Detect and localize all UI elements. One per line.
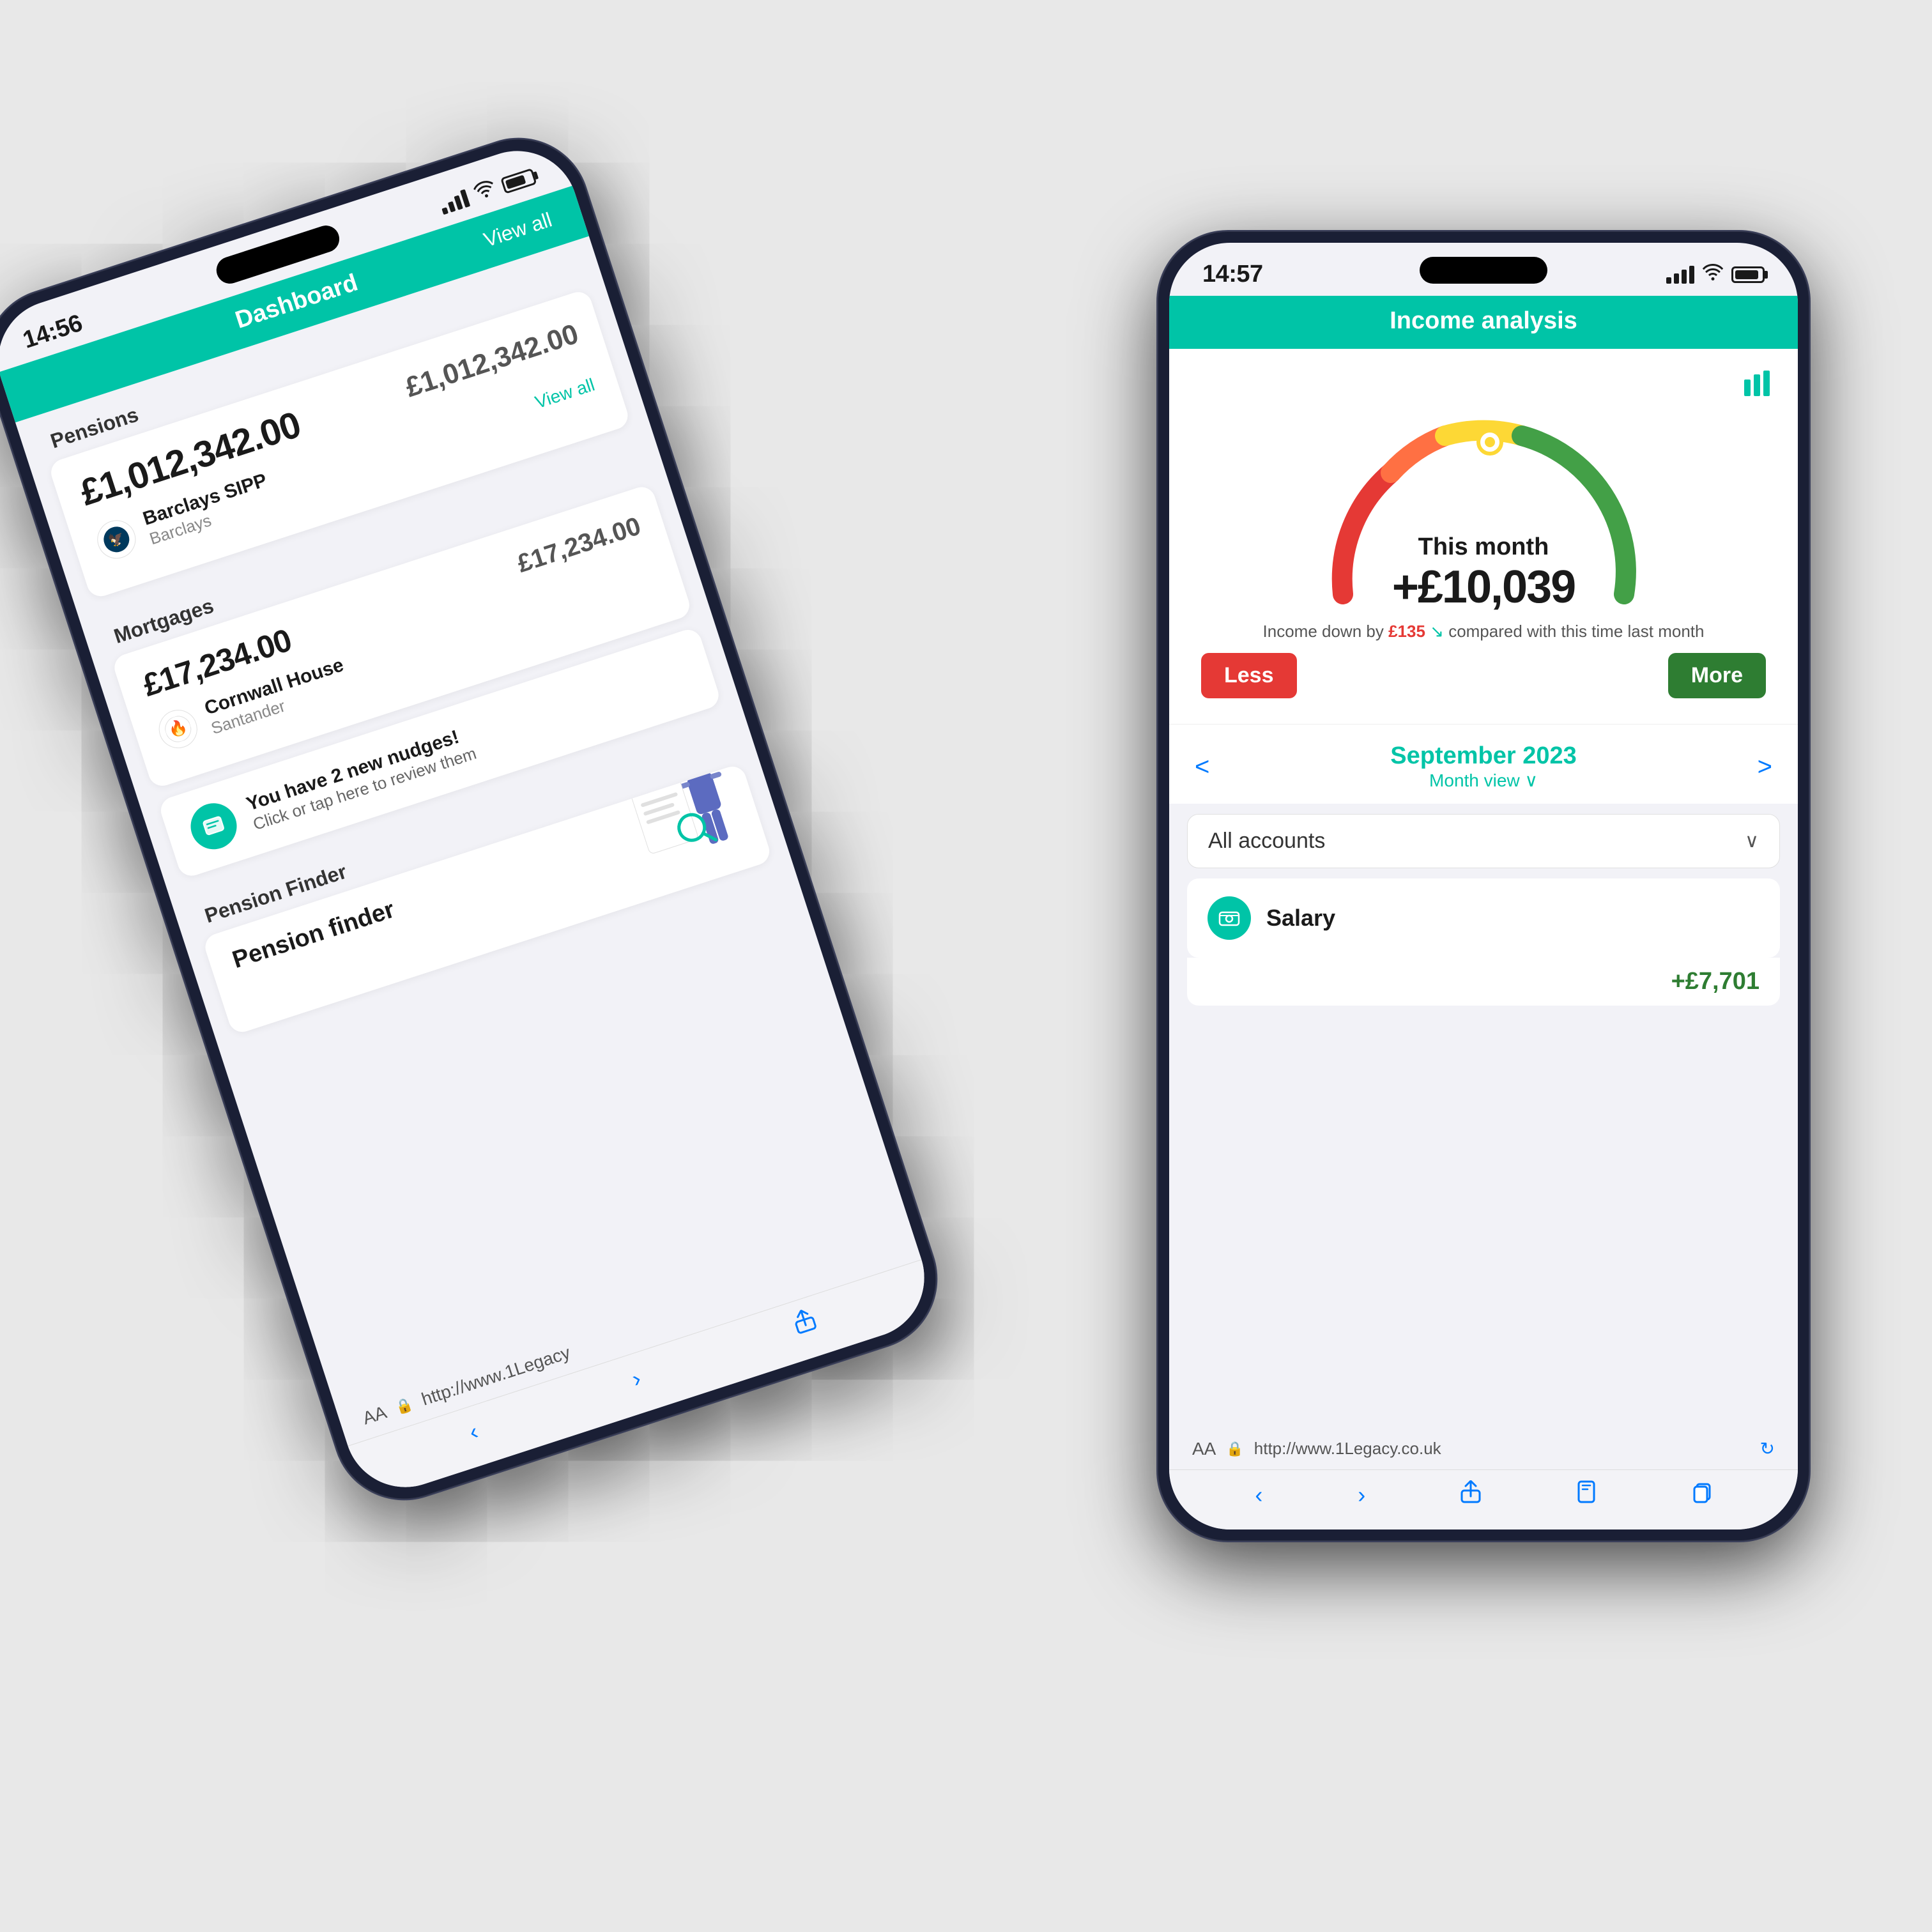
bookmarks-button[interactable] [1576,1480,1597,1509]
salary-amount: +£7,701 [1671,968,1759,995]
date-nav-view[interactable]: Month view ∨ [1390,770,1577,791]
status-icons-2 [1666,263,1765,286]
signal-icon-1 [438,189,470,215]
phone-shell-1: 14:56 [0,121,954,1517]
refresh-button[interactable]: ↻ [1760,1438,1775,1459]
back-button-1[interactable]: ‹ [466,1418,481,1446]
barclays-logo: 🦅 [92,515,141,564]
share-button-2[interactable] [1460,1480,1481,1509]
view-all-header-button[interactable]: View all [481,208,555,252]
bar-chart-icon[interactable] [1742,368,1772,402]
browser-bar-2: AA 🔒 http://www.1Legacy.co.uk ↻ [1169,1428,1798,1469]
gauge-month-label: This month [1392,533,1575,561]
status-time-2: 14:57 [1202,261,1263,288]
gauge-amount: +£10,039 [1392,561,1575,613]
share-button-1[interactable] [791,1307,819,1340]
scene: 14:56 [72,72,1860,1860]
phone-shell-2: 14:57 [1158,231,1809,1541]
next-month-button[interactable]: > [1758,753,1772,781]
header-bar-2: Income analysis [1169,296,1798,349]
account-selector[interactable]: All accounts ∨ [1187,814,1780,868]
nudge-icon [185,797,243,855]
battery-icon-2 [1731,266,1765,283]
comparison-amount: £135 [1388,622,1425,641]
forward-button-1[interactable]: › [629,1365,644,1393]
header-title-2: Income analysis [1200,307,1767,335]
forward-button-2[interactable]: › [1358,1482,1365,1508]
phone-screen-1: 14:56 [0,135,940,1503]
battery-icon-1 [500,167,537,194]
salary-name: Salary [1266,905,1759,931]
salary-icon [1208,896,1251,940]
phone-screen-2: 14:57 [1169,243,1798,1529]
gauge-chart: This month +£10,039 [1292,409,1675,620]
prev-month-button[interactable]: < [1195,753,1209,781]
bottom-nav-2: ‹ › [1169,1469,1798,1529]
date-nav-month: September 2023 [1390,742,1577,770]
wifi-icon-2 [1702,263,1724,286]
browser-text-label-1: AA [360,1402,389,1429]
browser-text-label-2: AA [1192,1439,1216,1459]
phone-income: 14:57 [1158,231,1809,1541]
phone-dashboard: 14:56 [0,121,954,1517]
account-selector-text: All accounts [1208,829,1325,854]
gauge-center-text: This month +£10,039 [1392,533,1575,613]
gauge-comparison: Income down by £135 ↘ compared with this… [1225,620,1743,643]
chevron-down-icon: ∨ [1745,830,1759,852]
dynamic-island-2 [1420,257,1547,284]
gauge-labels: Less More [1195,653,1772,698]
signal-icon-2 [1666,266,1694,284]
comparison-suffix: compared with this time last month [1448,622,1704,641]
browser-url-2[interactable]: http://www.1Legacy.co.uk [1254,1439,1750,1459]
gauge-label-more[interactable]: More [1668,653,1766,698]
comparison-prefix: Income down by [1263,622,1389,641]
santander-logo: 🔥 [154,705,203,753]
date-nav: < September 2023 Month view ∨ > [1169,724,1798,804]
dashboard-content: Pensions £1,012,342.00 £1,012,342.00 [15,236,908,1407]
income-content: This month +£10,039 Income down by £135 … [1169,349,1798,1428]
gauge-container: This month +£10,039 Income down by £135 … [1169,349,1798,724]
back-button-2[interactable]: ‹ [1255,1482,1262,1508]
tabs-button[interactable] [1692,1480,1712,1509]
gauge-label-less[interactable]: Less [1201,653,1297,698]
pensions-view-all-link[interactable]: View all [532,374,597,413]
salary-amount-bar: +£7,701 [1187,958,1780,1006]
down-arrow-icon: ↘ [1430,622,1444,641]
salary-row[interactable]: Salary [1187,878,1780,958]
wifi-icon-1 [471,178,499,206]
